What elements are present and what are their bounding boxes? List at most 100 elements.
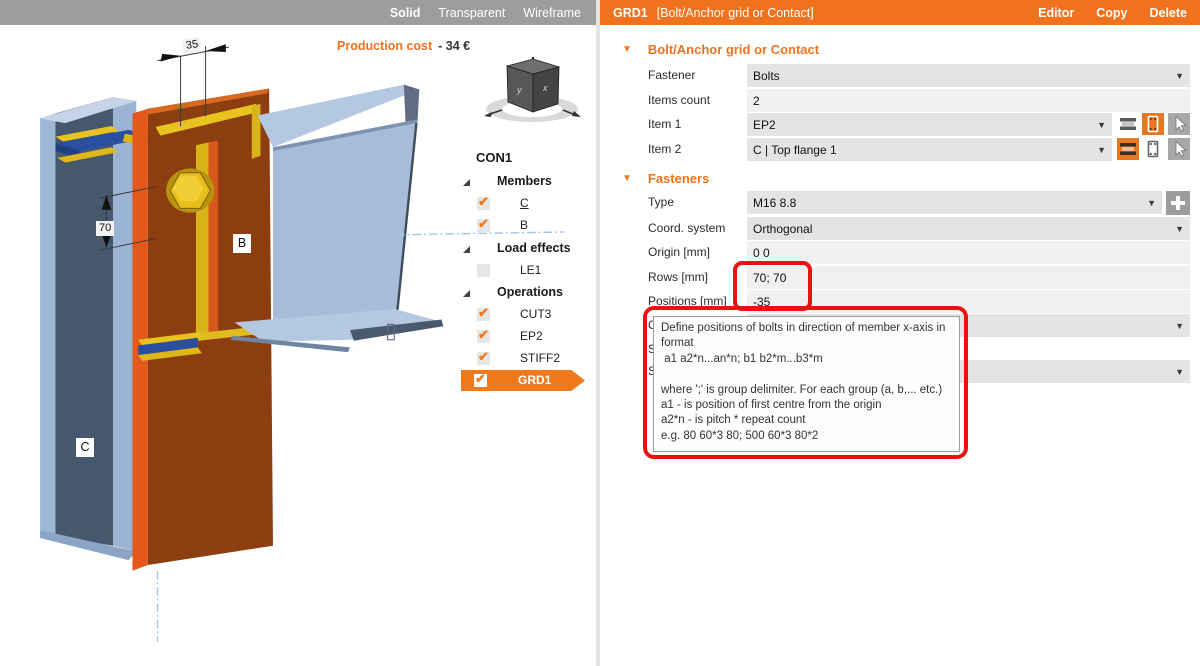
type-dropdown[interactable]: M16 8.8 ▼ bbox=[747, 191, 1162, 214]
checkbox-checked[interactable]: ✔ bbox=[477, 308, 490, 321]
cube-y-label: y bbox=[516, 85, 522, 95]
collapse-triangle-icon[interactable] bbox=[463, 290, 470, 297]
tree-item-le1[interactable]: LE1 bbox=[458, 261, 598, 281]
positions-tooltip: Define positions of bolts in direction o… bbox=[653, 316, 960, 452]
collapse-triangle-icon[interactable] bbox=[463, 246, 470, 253]
operation-header-bar: GRD1 [Bolt/Anchor grid or Contact] Edito… bbox=[600, 0, 1200, 25]
items-count-input[interactable]: 2 bbox=[747, 89, 1190, 112]
plate-icon bbox=[1142, 113, 1164, 135]
beam-section-icon-button-selected[interactable] bbox=[1117, 138, 1139, 160]
tree-group-operations[interactable]: Operations bbox=[458, 283, 598, 303]
item2-label: Item 2 bbox=[648, 142, 681, 156]
chevron-down-icon: ▼ bbox=[1175, 321, 1184, 331]
item1-label: Item 1 bbox=[648, 117, 681, 131]
check-icon: ✔ bbox=[478, 305, 489, 321]
row-type: Type M16 8.8 ▼ bbox=[600, 191, 1200, 214]
view-mode-wireframe[interactable]: Wireframe bbox=[523, 6, 581, 20]
cursor-select-icon-button[interactable] bbox=[1168, 138, 1190, 160]
beam-section-icon-button[interactable] bbox=[1117, 113, 1139, 135]
tree-root-con1[interactable]: CON1 bbox=[476, 147, 616, 167]
cube-x-label: x bbox=[542, 83, 548, 93]
cursor-arrow-icon bbox=[1168, 138, 1190, 160]
cursor-select-icon-button[interactable] bbox=[1168, 113, 1190, 135]
item2-dropdown[interactable]: C | Top flange 1 ▼ bbox=[747, 138, 1112, 161]
production-cost-value: - 34 € bbox=[438, 39, 470, 53]
selected-operation-banner[interactable]: ✔ GRD1 bbox=[461, 370, 585, 391]
checkbox-checked[interactable]: ✔ bbox=[474, 374, 487, 387]
origin-label: Origin [mm] bbox=[648, 245, 710, 259]
section-fasteners[interactable]: ▼ Fasteners bbox=[622, 169, 709, 187]
delete-button[interactable]: Delete bbox=[1149, 6, 1187, 20]
add-bolt-assembly-button[interactable] bbox=[1166, 191, 1190, 215]
check-icon: ✔ bbox=[475, 371, 486, 387]
positions-label: Positions [mm] bbox=[648, 294, 727, 308]
check-icon: ✔ bbox=[478, 194, 489, 210]
checkbox-checked[interactable]: ✔ bbox=[477, 197, 490, 210]
view-mode-transparent[interactable]: Transparent bbox=[438, 6, 505, 20]
coord-system-dropdown[interactable]: Orthogonal ▼ bbox=[747, 217, 1190, 240]
chevron-down-icon: ▼ bbox=[1175, 224, 1184, 234]
plate-icon-button[interactable] bbox=[1142, 138, 1164, 160]
fastener-dropdown[interactable]: Bolts ▼ bbox=[747, 64, 1190, 87]
section-bolt-anchor-grid[interactable]: ▼ Bolt/Anchor grid or Contact bbox=[622, 40, 819, 58]
row-origin: Origin [mm] 0 0 bbox=[600, 241, 1200, 264]
view-mode-solid[interactable]: Solid bbox=[390, 6, 421, 20]
type-label: Type bbox=[648, 195, 674, 209]
beam-section-icon bbox=[1117, 138, 1139, 160]
view-mode-toolbar: Solid Transparent Wireframe bbox=[0, 0, 596, 25]
operation-id: GRD1 bbox=[613, 6, 648, 20]
idea-statica-window: Solid Transparent Wireframe GRD1 [Bolt/A… bbox=[0, 0, 1200, 666]
section-collapse-icon[interactable]: ▼ bbox=[622, 44, 632, 55]
tree-item-c[interactable]: ✔ C bbox=[458, 194, 598, 214]
tree-group-load-effects[interactable]: Load effects bbox=[458, 239, 598, 259]
3d-viewport[interactable]: Production cost- 34 € 35 70 B C y x CON1 bbox=[0, 25, 596, 666]
section-collapse-icon[interactable]: ▼ bbox=[622, 173, 632, 184]
bolt-head[interactable] bbox=[166, 168, 214, 212]
checkbox-checked[interactable]: ✔ bbox=[477, 352, 490, 365]
beam-section-icon bbox=[1117, 113, 1139, 135]
tree-group-members[interactable]: Members bbox=[458, 172, 598, 192]
item1-dropdown[interactable]: EP2 ▼ bbox=[747, 113, 1112, 136]
plus-icon bbox=[1176, 196, 1180, 210]
chevron-down-icon: ▼ bbox=[1147, 198, 1156, 208]
plate-icon bbox=[1142, 138, 1164, 160]
origin-input[interactable]: 0 0 bbox=[747, 241, 1190, 264]
tree-item-grd1-selected[interactable]: ✔ GRD1 bbox=[458, 370, 598, 390]
check-icon: ✔ bbox=[478, 349, 489, 365]
tree-item-stiff2[interactable]: ✔ STIFF2 bbox=[458, 349, 598, 369]
checkbox-unchecked[interactable] bbox=[477, 264, 490, 277]
copy-button[interactable]: Copy bbox=[1096, 6, 1127, 20]
chevron-down-icon: ▼ bbox=[1175, 367, 1184, 377]
collapse-triangle-icon[interactable] bbox=[463, 179, 470, 186]
coord-system-label: Coord. system bbox=[648, 221, 725, 235]
dimension-label-70: 70 bbox=[96, 221, 114, 236]
row-rows: Rows [mm] 70; 70 bbox=[600, 266, 1200, 289]
property-panel: ▼ Bolt/Anchor grid or Contact Fastener B… bbox=[600, 25, 1200, 666]
plate-icon-button-selected[interactable] bbox=[1142, 113, 1164, 135]
row-fastener: Fastener Bolts ▼ bbox=[600, 64, 1200, 87]
row-coord-system: Coord. system Orthogonal ▼ bbox=[600, 217, 1200, 240]
fastener-label: Fastener bbox=[648, 68, 695, 82]
row-item2: Item 2 C | Top flange 1 ▼ bbox=[600, 138, 1200, 161]
connection-tree: CON1 Members ✔ C ✔ B Load effects LE1 bbox=[458, 143, 600, 393]
checkbox-checked[interactable]: ✔ bbox=[477, 219, 490, 232]
check-icon: ✔ bbox=[478, 327, 489, 343]
check-icon: ✔ bbox=[478, 216, 489, 232]
positions-input[interactable]: -35 bbox=[747, 290, 1190, 313]
tree-item-cut3[interactable]: ✔ CUT3 bbox=[458, 305, 598, 325]
chevron-down-icon: ▼ bbox=[1097, 145, 1106, 155]
member-label-b: B bbox=[233, 234, 251, 253]
editor-button[interactable]: Editor bbox=[1038, 6, 1074, 20]
tree-item-ep2[interactable]: ✔ EP2 bbox=[458, 327, 598, 347]
member-label-c: C bbox=[76, 438, 94, 457]
cursor-arrow-icon bbox=[1168, 113, 1190, 135]
navigation-cube[interactable]: y x bbox=[480, 52, 584, 132]
production-cost: Production cost- 34 € bbox=[337, 39, 470, 53]
rows-label: Rows [mm] bbox=[648, 270, 708, 284]
row-items-count: Items count 2 bbox=[600, 89, 1200, 112]
checkbox-checked[interactable]: ✔ bbox=[477, 330, 490, 343]
rows-input[interactable]: 70; 70 bbox=[747, 266, 1190, 289]
column-member[interactable] bbox=[40, 97, 136, 560]
items-count-label: Items count bbox=[648, 93, 710, 107]
tree-item-b[interactable]: ✔ B bbox=[458, 216, 598, 236]
